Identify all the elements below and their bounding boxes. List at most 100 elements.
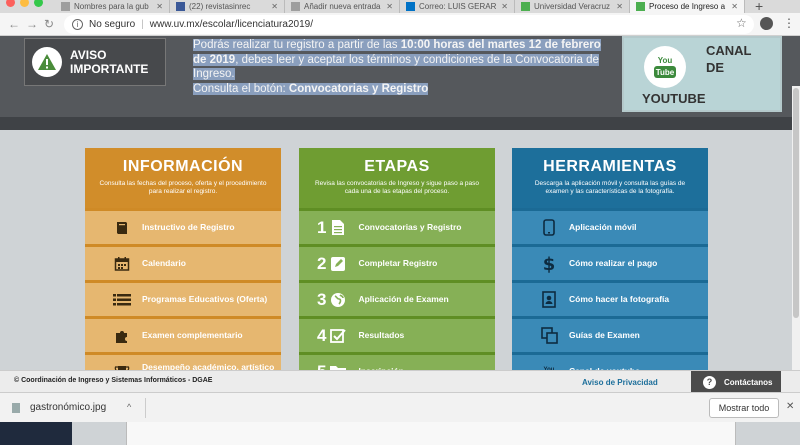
tab-favicon-icon — [636, 2, 645, 11]
informacion-description: Consulta las fechas del proceso, oferta … — [99, 180, 267, 195]
herramientas-panel: HERRAMIENTAS Descarga la aplicación móvi… — [512, 148, 708, 370]
browser-menu-icon[interactable]: ⋮ — [783, 16, 795, 30]
informacion-item-label: Programas Educativos (Oferta) — [142, 294, 268, 304]
informacion-item[interactable]: Examen complementario — [85, 316, 281, 352]
warning-icon — [32, 47, 62, 77]
contact-button[interactable]: ? Contáctanos — [691, 371, 781, 393]
show-all-button[interactable]: Mostrar todo — [709, 398, 779, 418]
copy-icon — [540, 327, 558, 345]
trophy-icon — [113, 363, 131, 370]
informacion-item[interactable]: Desempeño académico, artístico o deporti… — [85, 352, 281, 370]
notice-text-c: , debes leer y aceptar los términos y co… — [193, 53, 599, 81]
tab-close-icon[interactable]: ✕ — [271, 2, 278, 11]
document-icon — [329, 219, 347, 237]
chevron-up-icon[interactable]: ^ — [127, 402, 131, 412]
tab-close-icon[interactable]: ✕ — [386, 2, 393, 11]
notice-text-a: Podrás realizar tu registro a partir de … — [193, 39, 401, 51]
step-number: 2 — [317, 253, 327, 273]
browser-tab-strip: Nombres para la gub ✕ (22) revistasinrec ✕ A… — [0, 0, 800, 13]
tab-close-icon[interactable]: ✕ — [501, 2, 508, 11]
herramientas-item-label: Cómo realizar el pago — [569, 258, 658, 268]
account-avatar-icon[interactable] — [760, 17, 773, 30]
close-icon[interactable]: ✕ — [786, 401, 794, 412]
back-arrow-icon[interactable]: ← — [8, 17, 20, 31]
herramientas-title: HERRAMIENTAS — [543, 158, 677, 175]
notice-banner: AVISO IMPORTANTE Podrás realizar tu regi… — [0, 36, 800, 117]
etapas-title: ETAPAS — [364, 158, 430, 175]
etapas-item[interactable]: 2 Completar Registro — [299, 244, 495, 280]
dollar-icon: $ — [540, 255, 558, 273]
download-divider — [145, 398, 146, 418]
checkbox-icon — [329, 327, 347, 345]
herramientas-header: HERRAMIENTAS Descarga la aplicación móvi… — [512, 148, 708, 208]
browser-tab[interactable]: Universidad Veracruz ✕ — [515, 0, 630, 13]
step-number: 4 — [317, 325, 327, 345]
privacy-link[interactable]: Aviso de Privacidad — [582, 378, 658, 387]
tab-close-icon[interactable]: ✕ — [731, 2, 738, 11]
help-icon: ? — [703, 375, 716, 389]
informacion-item-label: Desempeño académico, artístico o deporti… — [142, 361, 275, 370]
etapas-item[interactable]: 1 Convocatorias y Registro — [299, 208, 495, 244]
herramientas-item[interactable]: Cómo hacer la fotografía — [512, 280, 708, 316]
etapas-item[interactable]: 3 Aplicación de Examen — [299, 280, 495, 316]
download-item[interactable]: gastronómico.jpg — [12, 402, 106, 413]
security-label: No seguro — [89, 19, 136, 30]
calendar-icon — [113, 255, 131, 273]
url-text: www.uv.mx/escolar/licenciatura2019/ — [149, 19, 313, 30]
content-sheet — [126, 422, 736, 445]
herramientas-item[interactable]: YouCanal de youtube — [512, 352, 708, 370]
folder-icon — [329, 363, 347, 370]
notice-text-e: Convocatorias y Registro — [288, 82, 429, 95]
tab-favicon-icon — [176, 2, 185, 11]
tab-title: Proceso de Ingreso a — [649, 2, 726, 11]
page-viewport: AVISO IMPORTANTE Podrás realizar tu regi… — [0, 36, 800, 370]
etapas-item-label: Convocatorias y Registro — [358, 222, 462, 232]
herramientas-item-label: Aplicación móvil — [569, 222, 637, 232]
browser-tab[interactable]: Añadir nueva entrada ✕ — [285, 0, 400, 13]
registration-notice: Podrás realizar tu registro a partir de … — [193, 38, 613, 96]
list-icon — [113, 291, 131, 309]
aviso-box: AVISO IMPORTANTE — [24, 38, 166, 86]
youtube-channel-box[interactable]: You Tube CANAL DE YOUTUBE — [622, 36, 782, 112]
new-tab-button[interactable]: + — [755, 0, 763, 13]
maximize-window-button[interactable] — [34, 0, 43, 7]
forward-arrow-icon[interactable]: → — [26, 17, 38, 31]
browser-tab[interactable]: Nombres para la gub ✕ — [55, 0, 170, 13]
herramientas-item[interactable]: Aplicación móvil — [512, 208, 708, 244]
reload-icon[interactable]: ↻ — [44, 17, 54, 31]
informacion-panel: INFORMACIÓN Consulta las fechas del proc… — [85, 148, 281, 370]
informacion-item[interactable]: Calendario — [85, 244, 281, 280]
browser-tab[interactable]: (22) revistasinrec ✕ — [170, 0, 285, 13]
etapas-item[interactable]: 5Inscripción — [299, 352, 495, 370]
informacion-item[interactable]: Programas Educativos (Oferta) — [85, 280, 281, 316]
etapas-header: ETAPAS Revisa las convocatorias de Ingre… — [299, 148, 495, 208]
close-window-button[interactable] — [6, 0, 15, 7]
scrollbar-thumb[interactable] — [793, 88, 799, 318]
step-number: 3 — [317, 289, 327, 309]
etapas-description: Revisa las convocatorias de Ingreso y si… — [314, 180, 480, 195]
contact-label: Contáctanos — [724, 377, 773, 387]
info-icon[interactable]: i — [72, 19, 83, 30]
address-bar[interactable]: i No seguro | www.uv.mx/escolar/licencia… — [64, 15, 754, 34]
canal-line2: DE — [706, 60, 725, 75]
download-filename: gastronómico.jpg — [30, 402, 107, 413]
page-footer: © Coordinación de Ingreso y Sistemas Inf… — [0, 370, 800, 393]
bookmark-star-icon[interactable]: ☆ — [736, 16, 747, 30]
window-controls — [6, 0, 43, 7]
herramientas-item[interactable]: $ Cómo realizar el pago — [512, 244, 708, 280]
puzzle-icon — [113, 327, 131, 345]
notice-text-d: Consulta el botón: — [193, 82, 289, 95]
browser-tab[interactable]: Proceso de Ingreso a ✕ — [630, 0, 745, 13]
aviso-line1: AVISO — [70, 48, 107, 62]
page-scrollbar[interactable] — [792, 86, 800, 370]
step-number: 5 — [317, 362, 326, 371]
etapas-item[interactable]: 4 Resultados — [299, 316, 495, 352]
book-icon — [113, 219, 131, 237]
browser-tab[interactable]: Correo: LUIS GERARD ✕ — [400, 0, 515, 13]
informacion-item[interactable]: Instructivo de Registro — [85, 208, 281, 244]
minimize-window-button[interactable] — [20, 0, 29, 7]
tab-close-icon[interactable]: ✕ — [156, 2, 163, 11]
herramientas-item[interactable]: Guías de Examen — [512, 316, 708, 352]
banner-bottom-strip — [0, 117, 800, 130]
tab-close-icon[interactable]: ✕ — [616, 2, 623, 11]
